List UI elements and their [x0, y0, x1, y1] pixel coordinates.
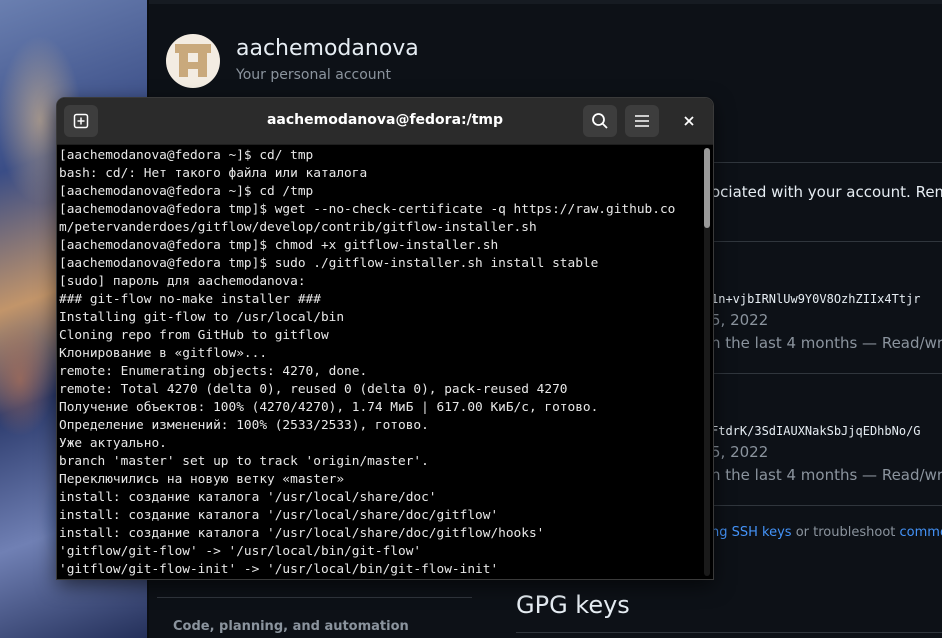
terminal-line: install: создание каталога '/usr/local/s… — [59, 490, 437, 505]
terminal-line: Cloning repo from GitHub to gitflow — [59, 328, 329, 343]
terminal-output[interactable]: [aachemodanova@fedora ~]$ cd/ tmp bash: c… — [59, 147, 697, 579]
divider — [516, 632, 942, 633]
terminal-line: [sudo] пароль для aachemodanova: — [59, 274, 306, 289]
ssh-help-text: ng SSH keys or troubleshoot commo — [711, 525, 942, 540]
new-tab-button[interactable] — [64, 105, 98, 137]
terminal-line: 'gitflow/git-flow' -> '/usr/local/bin/gi… — [59, 544, 422, 559]
terminal-line: [aachemodanova@fedora ~]$ cd/ tmp — [59, 148, 314, 163]
gpg-keys-heading: GPG keys — [516, 591, 630, 619]
avatar[interactable] — [166, 34, 220, 88]
terminal-titlebar[interactable]: aachemodanova@fedora:/tmp — [57, 98, 713, 145]
terminal-line: 'gitflow/git-flow-init' -> '/usr/local/b… — [59, 562, 499, 577]
troubleshoot-link[interactable]: commo — [900, 525, 942, 540]
terminal-line: [aachemodanova@fedora tmp]$ sudo ./gitfl… — [59, 256, 599, 271]
ssh-intro-text: ociated with your account. Remo — [711, 183, 942, 201]
github-header-strip — [149, 0, 942, 4]
terminal-line: bash: cd/: Нет такого файла или каталога — [59, 166, 368, 181]
search-button[interactable] — [583, 105, 617, 137]
terminal-line: ### git-flow no-make installer ### — [59, 292, 321, 307]
terminal-scrollbar[interactable] — [704, 148, 710, 576]
terminal-line: install: создание каталога '/usr/local/s… — [59, 508, 499, 523]
divider — [709, 373, 942, 374]
terminal-line: branch 'master' set up to track 'origin/… — [59, 454, 429, 469]
terminal-line: [aachemodanova@fedora tmp]$ wget --no-ch… — [59, 202, 676, 217]
terminal-line: Определение изменений: 100% (2533/2533),… — [59, 418, 429, 433]
account-subtitle: Your personal account — [236, 67, 392, 83]
divider — [709, 162, 942, 163]
terminal-line: remote: Enumerating objects: 4270, done. — [59, 364, 368, 379]
close-icon — [684, 116, 694, 126]
terminal-line: install: создание каталога '/usr/local/s… — [59, 526, 545, 541]
divider — [709, 505, 942, 506]
account-username[interactable]: aachemodanova — [236, 36, 419, 61]
terminal-line: [aachemodanova@fedora ~]$ cd /tmp — [59, 184, 314, 199]
terminal-line: m/petervanderdoes/gitflow/develop/contri… — [59, 220, 537, 235]
ssh-key-added-date: 5, 2022 — [711, 311, 769, 329]
new-tab-icon — [73, 113, 89, 129]
terminal-line: remote: Total 4270 (delta 0), reused 0 (… — [59, 382, 568, 397]
ssh-key-fingerprint: 1n+vjbIRNlUw9Y0V8OzhZIIx4Ttjr — [711, 292, 921, 306]
search-icon — [592, 113, 608, 129]
terminal-line: Получение объектов: 100% (4270/4270), 1.… — [59, 400, 599, 415]
divider — [709, 241, 942, 242]
hamburger-menu-icon — [635, 115, 649, 127]
sidebar-divider — [157, 597, 472, 598]
ssh-key-added-date: 5, 2022 — [711, 443, 769, 461]
close-button[interactable] — [673, 105, 705, 137]
menu-button[interactable] — [625, 105, 659, 137]
ssh-guide-link[interactable]: ng SSH keys — [711, 525, 792, 540]
ssh-key-last-used: n the last 4 months — Read/writ — [711, 334, 942, 352]
ssh-key-last-used: n the last 4 months — Read/writ — [711, 466, 942, 484]
terminal-line: Уже актуально. — [59, 436, 167, 451]
terminal-line: Переключились на новую ветку «master» — [59, 472, 345, 487]
terminal-line: Installing git-flow to /usr/local/bin — [59, 310, 345, 325]
terminal-window[interactable]: aachemodanova@fedora:/tmp [aachemodanova… — [57, 98, 713, 579]
sidebar-section-heading: Code, planning, and automation — [173, 619, 409, 634]
terminal-line: [aachemodanova@fedora tmp]$ chmod +x git… — [59, 238, 499, 253]
scrollbar-thumb[interactable] — [704, 148, 710, 228]
ssh-key-fingerprint: FtdrK/3SdIAUXNakSbJjqEDhbNo/G — [711, 424, 921, 438]
terminal-line: Клонирование в «gitflow»... — [59, 346, 268, 361]
